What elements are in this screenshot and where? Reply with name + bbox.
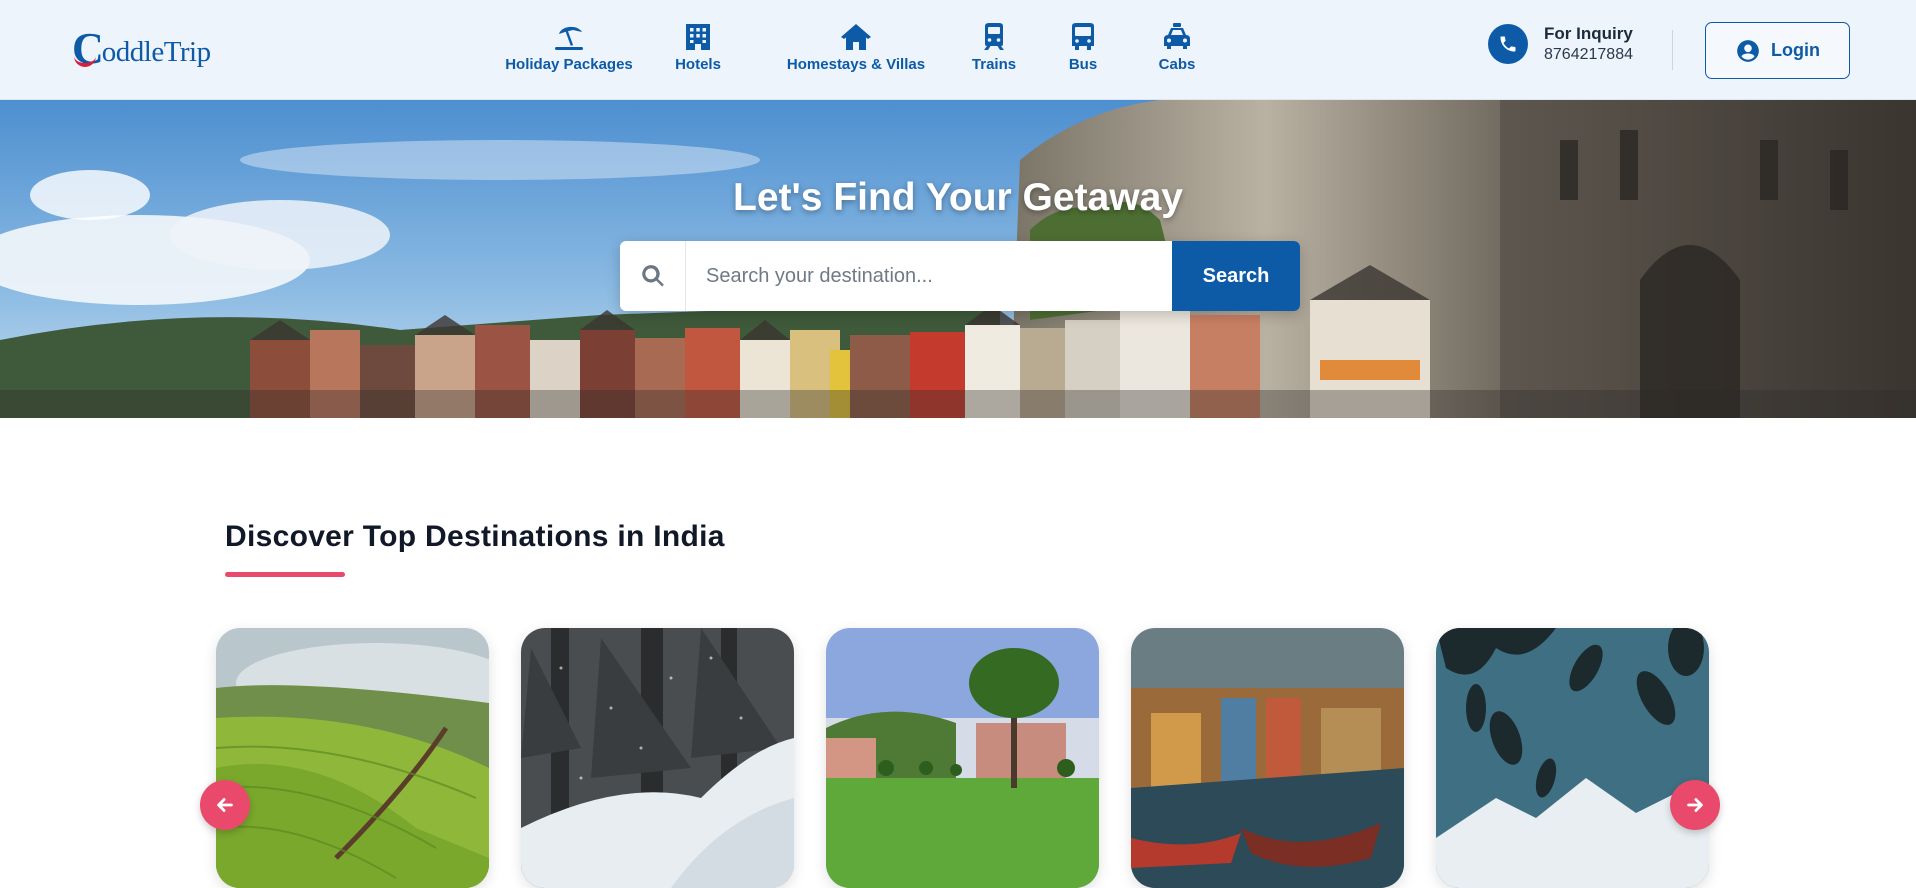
nav-trains[interactable]: Trains	[964, 22, 1024, 78]
destination-image	[826, 628, 1099, 888]
logo-initial: C	[72, 24, 104, 73]
nav-label: Holiday Packages	[505, 56, 633, 73]
login-button[interactable]: Login	[1705, 22, 1850, 79]
login-label: Login	[1771, 40, 1820, 60]
user-circle-icon	[1737, 39, 1759, 62]
carousel-prev-button[interactable]	[200, 780, 250, 830]
house-icon	[841, 24, 871, 50]
destination-search-input[interactable]	[686, 241, 1172, 311]
train-icon	[984, 23, 1004, 50]
bus-icon	[1072, 23, 1094, 50]
hero-banner: Let's Find Your Getaway Search	[0, 100, 1916, 418]
destination-image	[1131, 628, 1404, 888]
section-title: Discover Top Destinations in India	[225, 520, 725, 553]
destination-image	[1436, 628, 1709, 888]
arrow-left-icon	[217, 798, 233, 812]
nav-label: Cabs	[1158, 56, 1196, 73]
destination-image	[216, 628, 489, 888]
nav-label: Bus	[1068, 56, 1098, 73]
header-divider	[1672, 30, 1673, 70]
nav-hotels[interactable]: Hotels	[658, 22, 738, 78]
search-button[interactable]: Search	[1172, 241, 1300, 311]
nav-label: Homestays & Villas	[786, 56, 926, 73]
nav-cabs[interactable]: Cabs	[1150, 22, 1204, 78]
inquiry-contact[interactable]: For Inquiry 8764217884	[1488, 24, 1633, 64]
destination-card-varanasi-ghats[interactable]	[1131, 628, 1404, 888]
inquiry-title: For Inquiry	[1544, 24, 1633, 43]
destination-card-mountain-view[interactable]	[1436, 628, 1709, 888]
destination-search-bar: Search	[620, 241, 1300, 311]
phone-icon	[1488, 24, 1528, 64]
hotel-building-icon	[686, 24, 710, 50]
nav-holiday-packages[interactable]: Holiday Packages	[500, 22, 638, 78]
destination-card-campus-garden[interactable]	[826, 628, 1099, 888]
beach-umbrella-icon	[555, 26, 583, 50]
nav-label: Hotels	[675, 56, 721, 73]
arrow-right-icon	[1687, 798, 1703, 812]
taxi-icon	[1164, 23, 1190, 49]
nav-bus[interactable]: Bus	[1058, 22, 1108, 78]
coddletrip-logo[interactable]: CoddleTrip	[72, 24, 211, 73]
search-icon	[620, 241, 686, 311]
title-underline	[225, 572, 345, 577]
site-header: CoddleTrip Holiday Packages Hotels Homes…	[0, 0, 1916, 100]
destination-card-tea-gardens[interactable]	[216, 628, 489, 888]
carousel-next-button[interactable]	[1670, 780, 1720, 830]
destination-image	[521, 628, 794, 888]
nav-homestays-villas[interactable]: Homestays & Villas	[778, 22, 934, 78]
inquiry-phone-number[interactable]: 8764217884	[1544, 46, 1633, 64]
hero-title: Let's Find Your Getaway	[733, 176, 1183, 219]
nav-label: Trains	[971, 56, 1017, 73]
logo-text: oddleTrip	[101, 35, 211, 68]
main-nav: Holiday Packages Hotels Homestays & Vill…	[500, 22, 1204, 78]
destinations-carousel	[216, 628, 1710, 888]
destination-card-snow-forest[interactable]	[521, 628, 794, 888]
